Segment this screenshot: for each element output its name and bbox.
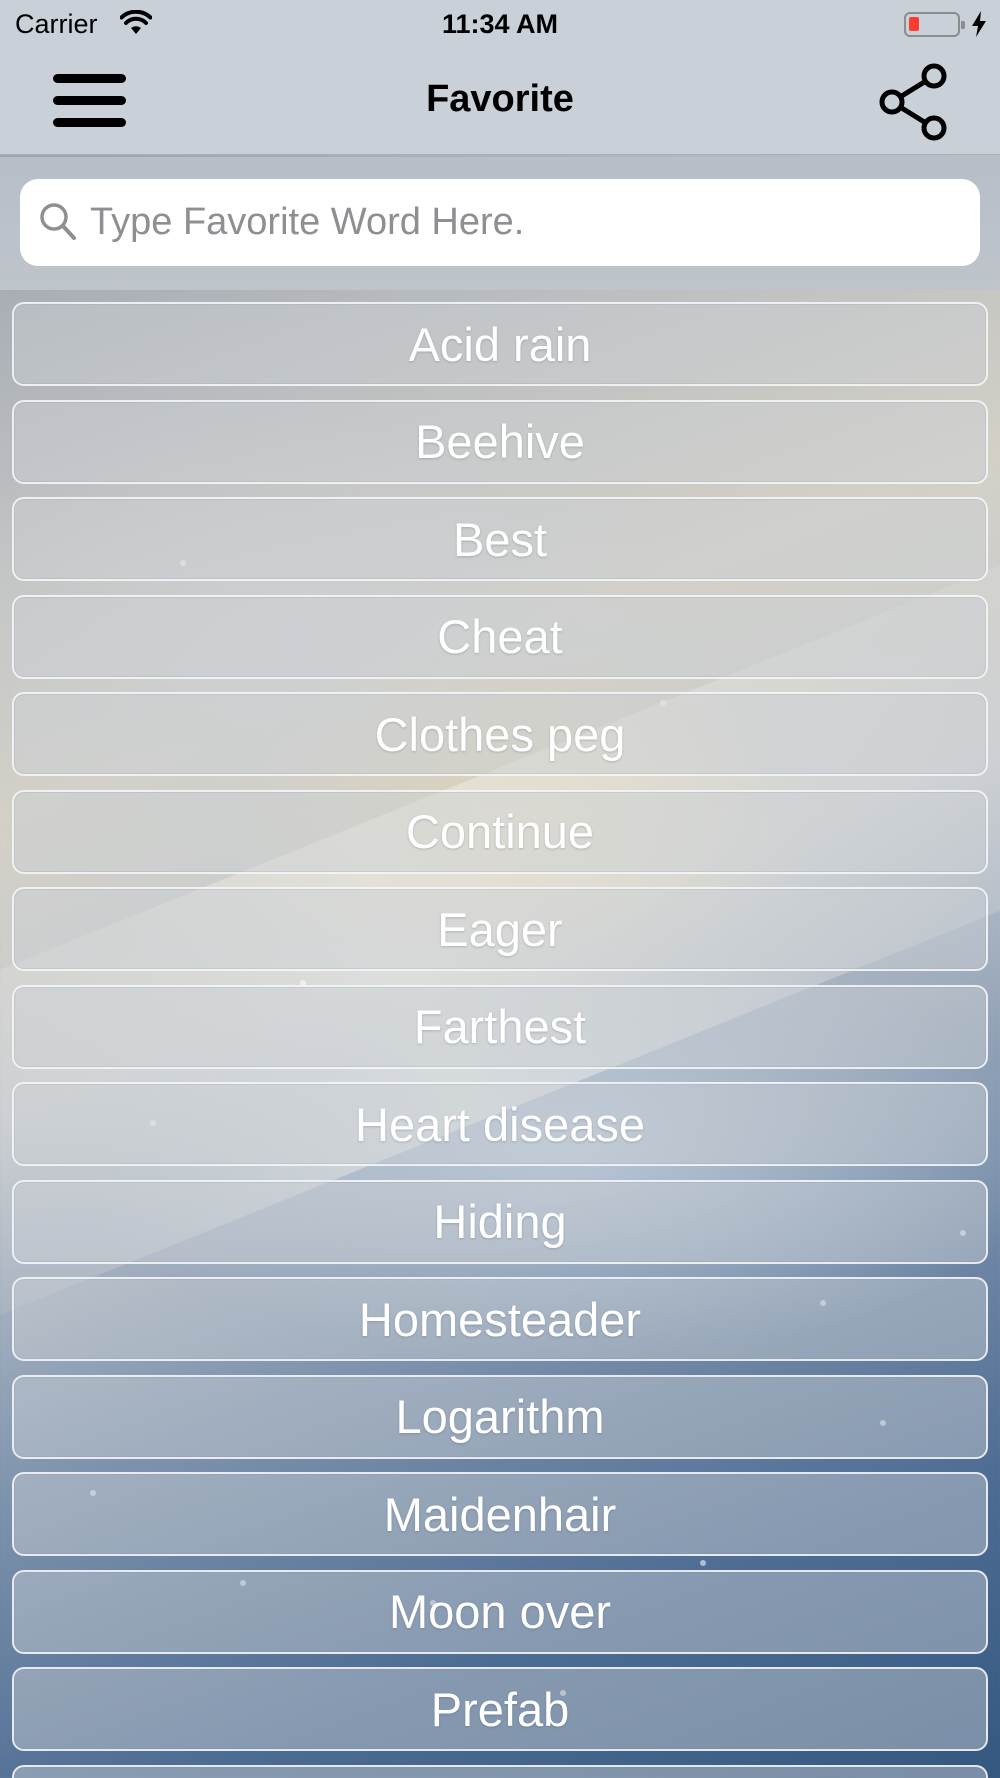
favorite-word-label: Best: [452, 512, 548, 566]
favorite-word-label: Prefab: [430, 1682, 570, 1736]
favorite-word-item[interactable]: Prefab: [12, 1667, 988, 1751]
favorite-word-label: Moon over: [388, 1585, 612, 1638]
favorite-word-item[interactable]: Best: [12, 497, 988, 581]
favorite-word-item[interactable]: Cheat: [12, 594, 988, 679]
favorite-word-label: Acid rain: [408, 317, 592, 371]
favorite-word-item[interactable]: Maidenhair: [12, 1472, 988, 1556]
favorite-word-label: Maidenhair: [383, 1487, 617, 1541]
favorite-word-label: Eager: [437, 902, 563, 956]
status-time: 11:34 AM: [441, 9, 559, 39]
favorite-word-item[interactable]: Continue: [12, 789, 988, 874]
favorite-word-item[interactable]: Clothes peg: [12, 692, 988, 776]
favorite-word-label: Hiding: [433, 1195, 567, 1248]
favorite-word-label: Clothes peg: [374, 707, 626, 761]
battery-icon: [904, 12, 965, 37]
hamburger-menu-icon[interactable]: [50, 70, 130, 132]
search-field[interactable]: [20, 179, 980, 266]
search-icon: [40, 203, 76, 240]
favorite-word-label: Homesteader: [358, 1292, 642, 1346]
status-bar: Carrier 11:34 AM: [0, 0, 1000, 50]
share-icon[interactable]: [876, 62, 952, 142]
favorite-word-item[interactable]: Farthest: [12, 984, 988, 1069]
top-bar: Carrier 11:34 AM Favorite: [0, 0, 1000, 155]
charging-bolt-icon: [972, 11, 986, 37]
favorite-word-item[interactable]: Logarithm: [12, 1374, 988, 1459]
favorite-word-item[interactable]: Heart disease: [12, 1082, 988, 1166]
page-title: Favorite: [426, 78, 574, 120]
favorite-word-item[interactable]: Acid rain: [12, 302, 988, 386]
favorite-word-item[interactable]: Hiding: [12, 1179, 988, 1264]
favorite-word-label: Farthest: [413, 1000, 587, 1053]
favorite-word-label: Cheat: [437, 610, 563, 663]
favorite-word-item[interactable]: Eager: [12, 887, 988, 971]
favorite-word-item[interactable]: Moon over: [12, 1569, 988, 1654]
battery-level: [909, 17, 919, 31]
favorite-word-label: Heart disease: [355, 1097, 645, 1151]
favorite-word-label: Continue: [405, 805, 595, 858]
background-speck: [700, 1560, 706, 1566]
favorite-word-label: Logarithm: [395, 1390, 605, 1443]
favorite-word-item[interactable]: Beehive: [12, 399, 988, 484]
favorite-word-item-partial[interactable]: [12, 1764, 988, 1778]
navigation-bar: Favorite: [0, 50, 1000, 155]
favorite-word-item[interactable]: Homesteader: [12, 1277, 988, 1361]
search-bar: [0, 157, 1000, 290]
favorite-word-label: Beehive: [415, 415, 585, 468]
search-input[interactable]: [90, 179, 970, 266]
